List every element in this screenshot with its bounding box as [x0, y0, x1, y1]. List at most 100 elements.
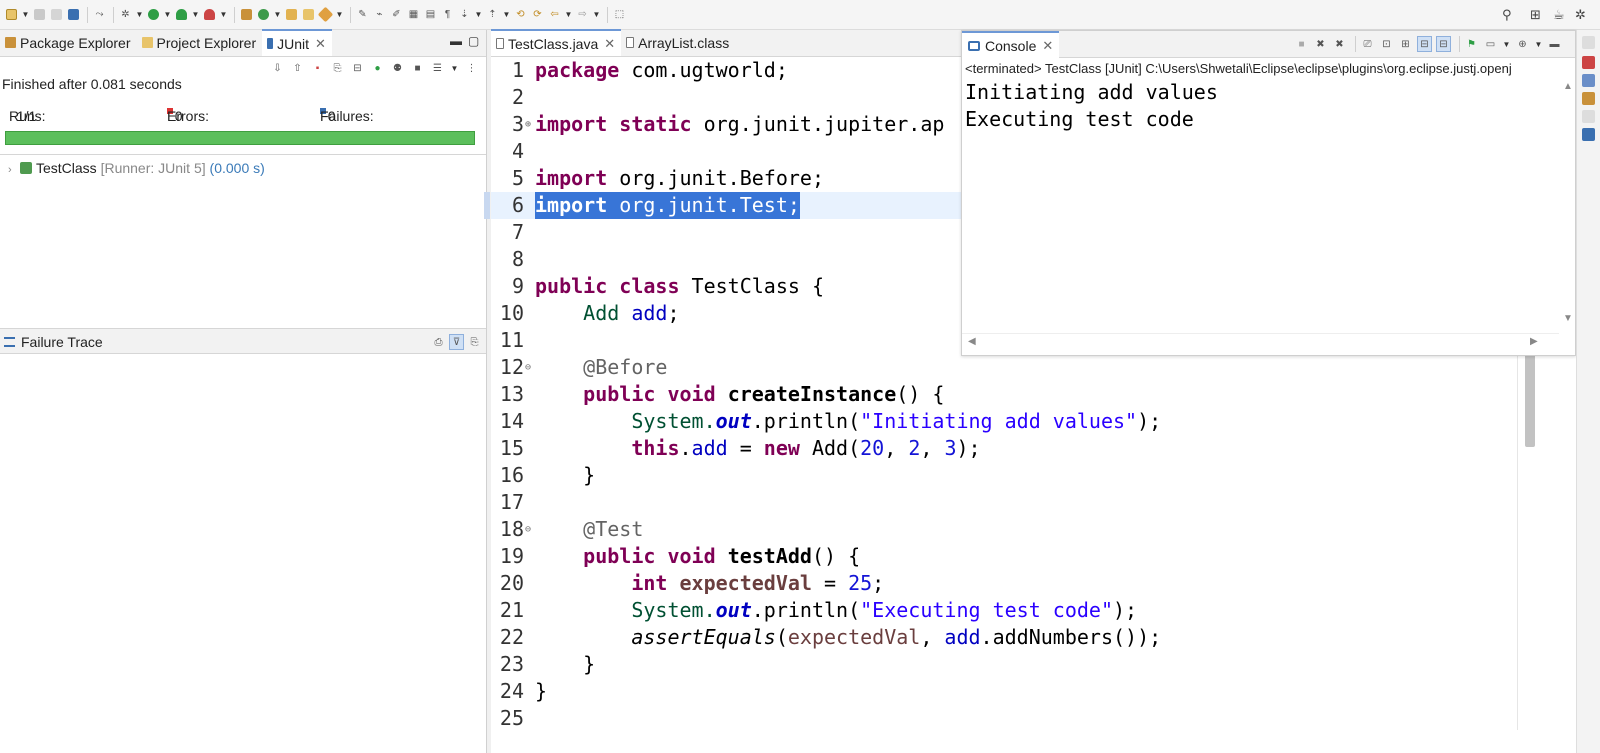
minimize-icon[interactable]: ▬ [450, 34, 462, 48]
prev-annotation-icon[interactable]: ⇡ [485, 7, 500, 23]
back-icon[interactable]: ⇦ [547, 7, 562, 23]
next-annotation-icon[interactable]: ⇣ [457, 7, 472, 23]
console-trim-icon[interactable] [1582, 128, 1595, 141]
remove-launch-icon[interactable]: ✖ [1313, 36, 1328, 52]
show-whitespace-icon[interactable]: ▦ [406, 7, 421, 23]
tab-testclass-java[interactable]: TestClass.java ✕ [491, 29, 622, 56]
fold-collapse-icon[interactable]: ⊖ [525, 516, 531, 543]
close-icon[interactable]: ✕ [604, 36, 615, 52]
scroll-lock-icon[interactable]: ⊡ [1379, 36, 1394, 52]
external-tools-dropdown-icon[interactable]: ▼ [219, 7, 228, 23]
pin-editor-icon[interactable]: ⬚ [612, 7, 627, 23]
tab-package-explorer[interactable]: Package Explorer [0, 29, 137, 56]
debug-icon[interactable]: ✲ [118, 7, 133, 23]
next-failure-icon[interactable]: ⇩ [270, 60, 285, 76]
previous-failure-icon[interactable]: ⇧ [290, 60, 305, 76]
tab-arraylist-class[interactable]: ArrayList.class [621, 29, 735, 56]
java-perspective-icon[interactable]: ☕ [1553, 7, 1565, 23]
forward-icon[interactable]: ⇨ [575, 7, 590, 23]
console-output[interactable]: Initiating add values Executing test code [965, 79, 1218, 133]
copy-trace-icon[interactable]: ⎘ [467, 334, 482, 350]
new-class-dropdown-icon[interactable]: ▼ [273, 7, 282, 23]
scroll-left-icon[interactable]: ◀ [968, 336, 976, 347]
compare-result-icon[interactable]: ⎙ [431, 334, 446, 350]
save-all-icon[interactable] [49, 7, 64, 23]
word-wrap-icon[interactable]: ⊞ [1398, 36, 1413, 52]
terminal-icon[interactable] [66, 7, 81, 23]
save-icon[interactable] [32, 7, 47, 23]
prev-annotation-dropdown-icon[interactable]: ▼ [502, 7, 511, 23]
display-console-dropdown-icon[interactable]: ▼ [1502, 36, 1511, 52]
paragraph-icon[interactable]: ¶ [440, 7, 455, 23]
annotation-icon[interactable]: ✎ [355, 7, 370, 23]
search-icon[interactable] [317, 6, 334, 23]
restore-icon[interactable] [1582, 36, 1595, 49]
show-on-stdout-icon[interactable]: ⊟ [1417, 36, 1432, 52]
open-type-icon[interactable] [284, 7, 299, 23]
close-icon[interactable]: ✕ [1042, 38, 1053, 54]
editor-scrollbar-thumb[interactable] [1525, 352, 1535, 447]
coverage-icon[interactable] [174, 7, 189, 23]
quick-access-search-icon[interactable]: ⚲ [1502, 7, 1512, 23]
rerun-failed-first-icon[interactable]: ⚉ [390, 60, 405, 76]
test-run-history-icon[interactable]: ☰ [430, 60, 445, 76]
debug-perspective-icon[interactable]: ✲ [1575, 7, 1586, 23]
forward-dropdown-icon[interactable]: ▼ [592, 7, 601, 23]
show-on-stderr-icon[interactable]: ⊟ [1436, 36, 1451, 52]
minimize-icon[interactable]: ▬ [1547, 36, 1562, 52]
new-icon[interactable] [4, 7, 19, 23]
rerun-test-icon[interactable]: ● [370, 60, 385, 76]
new-package-icon[interactable] [239, 7, 254, 23]
new-dropdown-icon[interactable]: ▼ [21, 7, 30, 23]
scroll-right-icon[interactable]: ▶ [1530, 336, 1538, 347]
display-selected-console-icon[interactable]: ▭ [1483, 36, 1498, 52]
view-menu-icon[interactable]: ⋮ [464, 60, 479, 76]
tab-project-explorer[interactable]: Project Explorer [137, 29, 263, 56]
chevron-right-icon[interactable]: › [8, 164, 20, 176]
tab-console[interactable]: Console ✕ [962, 31, 1060, 58]
search-dropdown-icon[interactable]: ▼ [335, 7, 344, 23]
pin-console-icon[interactable]: ⚑ [1464, 36, 1479, 52]
next-annotation-dropdown-icon[interactable]: ▼ [474, 7, 483, 23]
pin-icon[interactable]: ⌁ [372, 7, 387, 23]
show-skipped-icon[interactable]: ⎘ [330, 60, 345, 76]
block-selection-icon[interactable]: ▤ [423, 7, 438, 23]
terminate-icon[interactable]: ■ [1294, 36, 1309, 52]
coverage-dropdown-icon[interactable]: ▼ [191, 7, 200, 23]
filter-stack-icon[interactable]: ⊽ [449, 334, 464, 350]
javadoc-icon[interactable] [1582, 74, 1595, 87]
scroll-lock-icon[interactable]: ⊟ [350, 60, 365, 76]
console-horizontal-scrollbar[interactable]: ◀ ▶ [962, 333, 1559, 353]
fold-expand-icon[interactable]: ⊕ [525, 111, 531, 138]
test-tree-item[interactable]: › TestClass [Runner: JUnit 5] (0.000 s) [8, 160, 265, 176]
external-tools-icon[interactable] [202, 7, 217, 23]
close-icon[interactable]: ✕ [315, 36, 326, 52]
scroll-down-icon[interactable]: ▼ [1563, 313, 1573, 324]
console-vertical-scrollbar[interactable]: ▲ ▼ [1559, 79, 1576, 329]
tab-junit[interactable]: JUnit ✕ [262, 29, 332, 56]
open-console-icon[interactable]: ⊕ [1515, 36, 1530, 52]
show-failures-only-icon[interactable]: ▪ [310, 60, 325, 76]
declaration-icon[interactable] [1582, 92, 1595, 105]
stop-icon[interactable]: ■ [410, 60, 425, 76]
run-icon[interactable] [146, 7, 161, 23]
clear-console-icon[interactable]: ⎚ [1360, 36, 1375, 52]
history-dropdown-icon[interactable]: ▼ [450, 60, 459, 76]
debug-dropdown-icon[interactable]: ▼ [135, 7, 144, 23]
toggle-mark-icon[interactable]: ✐ [389, 7, 404, 23]
problems-icon[interactable] [1582, 56, 1595, 69]
back-dropdown-icon[interactable]: ▼ [564, 7, 573, 23]
run-dropdown-icon[interactable]: ▼ [163, 7, 172, 23]
restore-icon[interactable] [1582, 110, 1595, 123]
open-task-icon[interactable] [301, 7, 316, 23]
maximize-icon[interactable]: ▢ [468, 34, 479, 48]
last-edit-icon[interactable]: ⟲ [513, 7, 528, 23]
last-edit-forward-icon[interactable]: ⟳ [530, 7, 545, 23]
open-perspective-icon[interactable]: ⊞ [1530, 7, 1541, 23]
scroll-up-icon[interactable]: ▲ [1563, 81, 1573, 92]
skip-breakpoints-icon[interactable]: ⤳ [92, 7, 107, 23]
new-class-icon[interactable] [256, 7, 271, 23]
remove-all-terminated-icon[interactable]: ✖ [1332, 36, 1347, 52]
fold-collapse-icon[interactable]: ⊖ [525, 354, 531, 381]
open-console-dropdown-icon[interactable]: ▼ [1534, 36, 1543, 52]
